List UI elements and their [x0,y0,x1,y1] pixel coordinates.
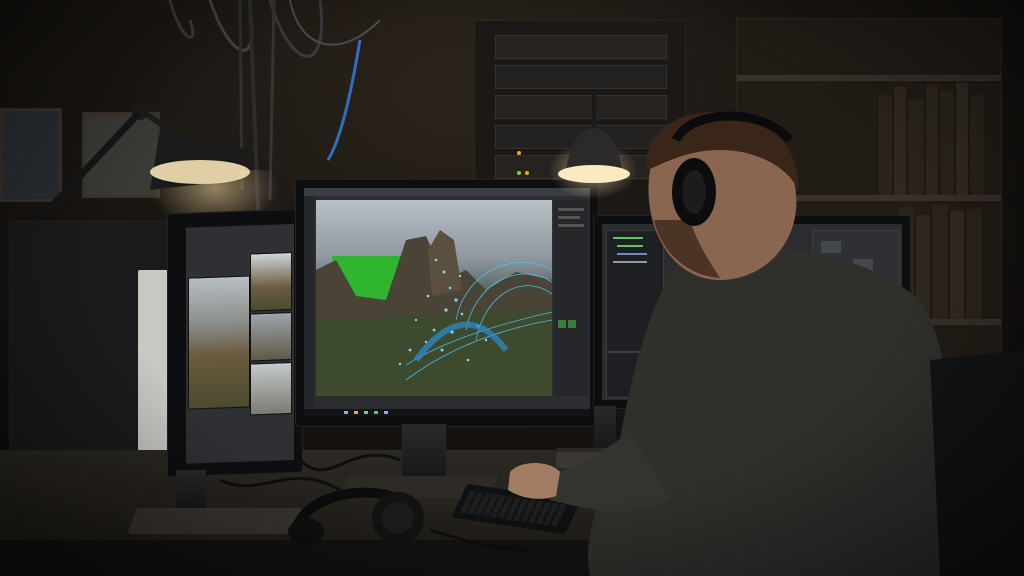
photo-thumbnail [188,275,250,410]
editor-left-toolbar [304,196,314,408]
workspace-scene [0,0,1024,576]
person-with-headset [500,100,1024,576]
monitor-side-profile [138,270,168,470]
photo-thumbnail [250,312,292,362]
photo-thumbnail [250,362,292,416]
photo-thumbnail [250,252,292,312]
